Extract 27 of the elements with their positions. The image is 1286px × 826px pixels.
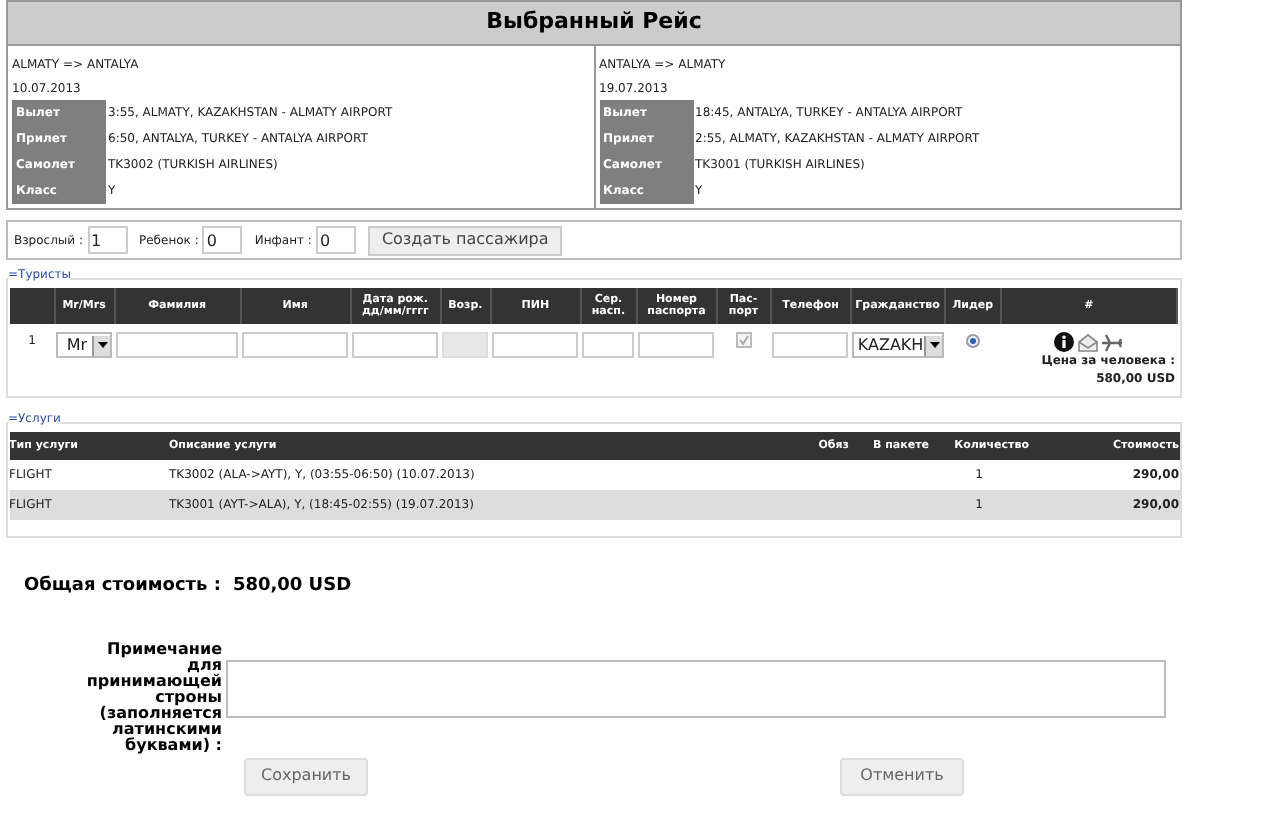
count-input[interactable]: 0 bbox=[202, 226, 243, 254]
age-field bbox=[442, 332, 489, 358]
text-input[interactable] bbox=[492, 332, 579, 358]
text-input[interactable] bbox=[352, 332, 439, 358]
text-input[interactable] bbox=[582, 332, 635, 358]
passport-checkbox[interactable] bbox=[735, 332, 752, 348]
info-icon[interactable] bbox=[1054, 332, 1075, 352]
total-value: 580,00 USD bbox=[232, 574, 352, 600]
count-input[interactable]: 0 bbox=[315, 226, 356, 254]
cancel-button[interactable]: Отменить bbox=[840, 757, 964, 795]
note-label: Примечание для принимающей строны (заполняется латинскими буквами) : bbox=[84, 641, 222, 753]
text-input[interactable] bbox=[116, 332, 239, 358]
save-button[interactable]: Сохранить bbox=[244, 757, 368, 795]
caret-icon bbox=[929, 342, 940, 348]
count-input[interactable]: 1 bbox=[87, 226, 127, 254]
text-input[interactable] bbox=[772, 332, 849, 358]
create-passenger-button[interactable]: Создать пассажира bbox=[367, 225, 563, 255]
plane-icon[interactable] bbox=[1102, 333, 1123, 351]
title-bar: Выбранный Рейс bbox=[6, 0, 1182, 46]
text-input[interactable] bbox=[638, 332, 715, 358]
total-label: Общая стоимость : bbox=[24, 574, 221, 600]
citizenship-select[interactable]: KAZAKH bbox=[852, 332, 945, 358]
leader-radio[interactable] bbox=[965, 334, 980, 348]
note-field[interactable] bbox=[226, 659, 1166, 717]
text-input[interactable] bbox=[242, 332, 349, 358]
title-select[interactable]: Mr bbox=[56, 332, 113, 358]
caret-icon bbox=[97, 342, 108, 348]
